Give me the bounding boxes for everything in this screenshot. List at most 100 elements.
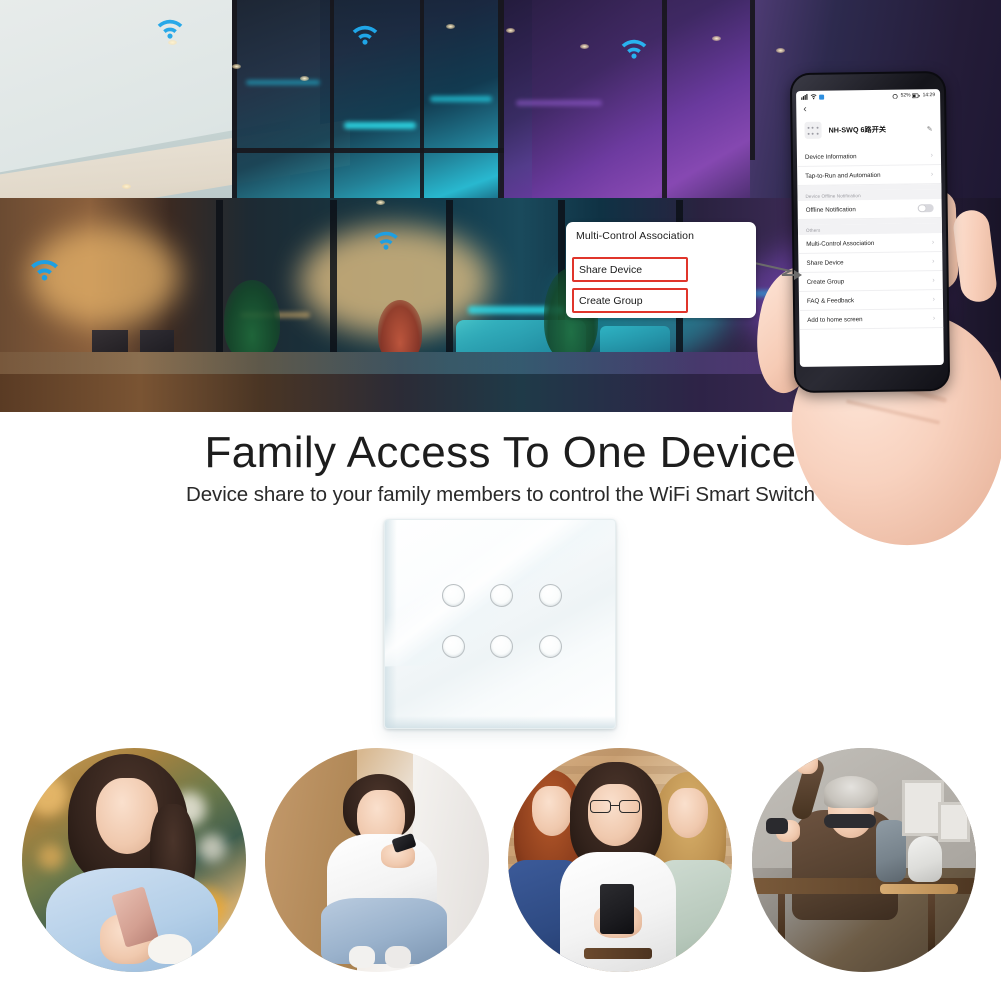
touch-button-4[interactable] — [441, 635, 465, 658]
figure-jeans — [321, 898, 447, 964]
hero-window-frame — [216, 200, 223, 360]
hero-ceiling-lamp — [776, 48, 785, 53]
device-header-row[interactable]: NH-SWQ 6路开关 ✎ — [796, 116, 940, 148]
row-faq-feedback[interactable]: FAQ & Feedback › — [798, 289, 944, 311]
hero-window-frame — [446, 200, 453, 360]
hero-ceiling-lamp — [446, 24, 455, 29]
row-add-to-home-screen[interactable]: Add to home screen › — [799, 308, 944, 330]
status-bar-left — [801, 93, 825, 100]
chevron-right-icon: › — [932, 295, 935, 303]
wifi-icon-lower-left — [28, 258, 61, 282]
hero-ceiling-lamp — [300, 76, 309, 81]
row-label: Tap-to-Run and Automation — [805, 171, 881, 180]
battery-percent: 52% — [900, 92, 911, 99]
six-gang-switch-icon — [804, 121, 822, 139]
touch-button-3[interactable] — [539, 584, 563, 607]
glasses-icon — [590, 800, 640, 813]
hero-mullion — [330, 0, 334, 200]
chevron-right-icon: › — [930, 151, 933, 159]
hero-mullion — [420, 0, 424, 200]
hero-neon-strip — [430, 96, 492, 102]
callout-menu: Multi-Control Association Share Device C… — [566, 222, 756, 318]
callout-item-multi-control[interactable]: Multi-Control Association — [576, 230, 694, 242]
hero-neon-strip — [516, 100, 602, 106]
lifestyle-photo-row — [0, 742, 1001, 1001]
callout-item-create-group[interactable]: Create Group — [572, 288, 688, 313]
hero-mullion — [232, 0, 237, 205]
row-label: Add to home screen — [807, 315, 863, 324]
page-headline: Family Access To One Device — [204, 428, 797, 477]
status-app-badge-icon — [819, 94, 825, 100]
photo-senior-man-smart-speaker — [752, 748, 976, 972]
photo-three-friends-phone — [508, 748, 732, 972]
figure-left-face — [532, 786, 572, 836]
touch-button-grid — [429, 570, 575, 672]
hero-mullion — [750, 0, 755, 160]
chevron-right-icon: › — [932, 276, 935, 284]
photo-woman-voice-command — [265, 748, 489, 972]
hero-ceiling-lamp — [168, 40, 177, 45]
figure-right-face — [668, 788, 708, 838]
product-marketing-page: 52% 14:29 ‹ NH-SWQ 6路开关 ✎ Device Informa… — [0, 0, 1001, 1001]
touch-button-6[interactable] — [539, 635, 563, 658]
wifi-icon-upper-left — [155, 18, 185, 40]
row-share-device[interactable]: Share Device › — [798, 251, 943, 274]
touch-button-2[interactable] — [490, 584, 514, 607]
row-create-group[interactable]: Create Group › — [798, 270, 943, 292]
figure-hair — [824, 776, 878, 808]
touch-button-1[interactable] — [441, 584, 465, 607]
raised-fist — [796, 752, 818, 774]
callout-item-label: Create Group — [579, 295, 643, 307]
cup — [148, 934, 192, 964]
callout-item-share-device[interactable]: Share Device — [572, 257, 688, 282]
wifi-status-icon — [810, 94, 817, 100]
row-device-information[interactable]: Device Information › — [796, 146, 942, 168]
wifi-icon-lower-mid — [372, 230, 400, 251]
hero-neon-strip — [344, 122, 416, 129]
bokeh-light — [198, 834, 226, 862]
device-name: NH-SWQ 6路开关 — [828, 124, 887, 135]
headphones-icon — [824, 814, 876, 828]
chevron-right-icon: › — [932, 257, 935, 265]
callout-pointer-arrow — [750, 261, 802, 280]
figure-face — [96, 778, 158, 854]
smart-speaker-round — [908, 836, 942, 882]
figure-center-face — [588, 784, 642, 846]
callout-item-label: Share Device — [579, 264, 643, 276]
hero-ceiling-lamp — [506, 28, 515, 33]
row-label: FAQ & Feedback — [806, 296, 855, 305]
panel-edge-bottom — [385, 716, 615, 728]
hero-plant — [224, 280, 280, 360]
page-subheadline: Device share to your family members to c… — [186, 483, 815, 506]
table-leg — [778, 894, 785, 966]
cutting-board — [880, 884, 958, 894]
row-tap-to-run-automation[interactable]: Tap-to-Run and Automation › — [797, 165, 942, 187]
row-label: Multi-Control Association — [806, 239, 875, 248]
row-label: Share Device — [806, 258, 844, 267]
smartphone: 52% 14:29 ‹ NH-SWQ 6路开关 ✎ Device Informa… — [789, 70, 951, 394]
hero-mullion — [662, 0, 667, 204]
switch-panel-glass — [384, 519, 616, 729]
picture-frame — [938, 802, 970, 842]
hero-ceiling-lamp — [376, 200, 385, 205]
hero-mullion — [498, 0, 504, 206]
chevron-right-icon: › — [931, 238, 935, 246]
hero-window-frame — [330, 200, 337, 360]
hero-ceiling-lamp — [122, 184, 131, 189]
bokeh-light — [38, 844, 64, 870]
alarm-icon — [893, 93, 899, 99]
touch-button-5[interactable] — [490, 635, 514, 658]
pencil-icon[interactable]: ✎ — [927, 125, 933, 133]
hero-ceiling-lamp — [232, 64, 241, 69]
switch-panel-product-image — [384, 519, 616, 729]
row-multi-control-association[interactable]: Multi-Control Association › — [798, 232, 943, 255]
chevron-right-icon: › — [930, 170, 934, 178]
row-offline-notification[interactable]: Offline Notification — [797, 198, 942, 221]
chevron-right-icon: › — [932, 314, 936, 322]
chevron-left-icon: ‹ — [803, 103, 807, 115]
offline-notification-toggle[interactable] — [917, 203, 934, 213]
figure-sock — [385, 946, 411, 968]
table-leg — [928, 894, 935, 966]
hero-ceiling-lamp — [712, 36, 721, 41]
battery-icon — [912, 92, 921, 98]
